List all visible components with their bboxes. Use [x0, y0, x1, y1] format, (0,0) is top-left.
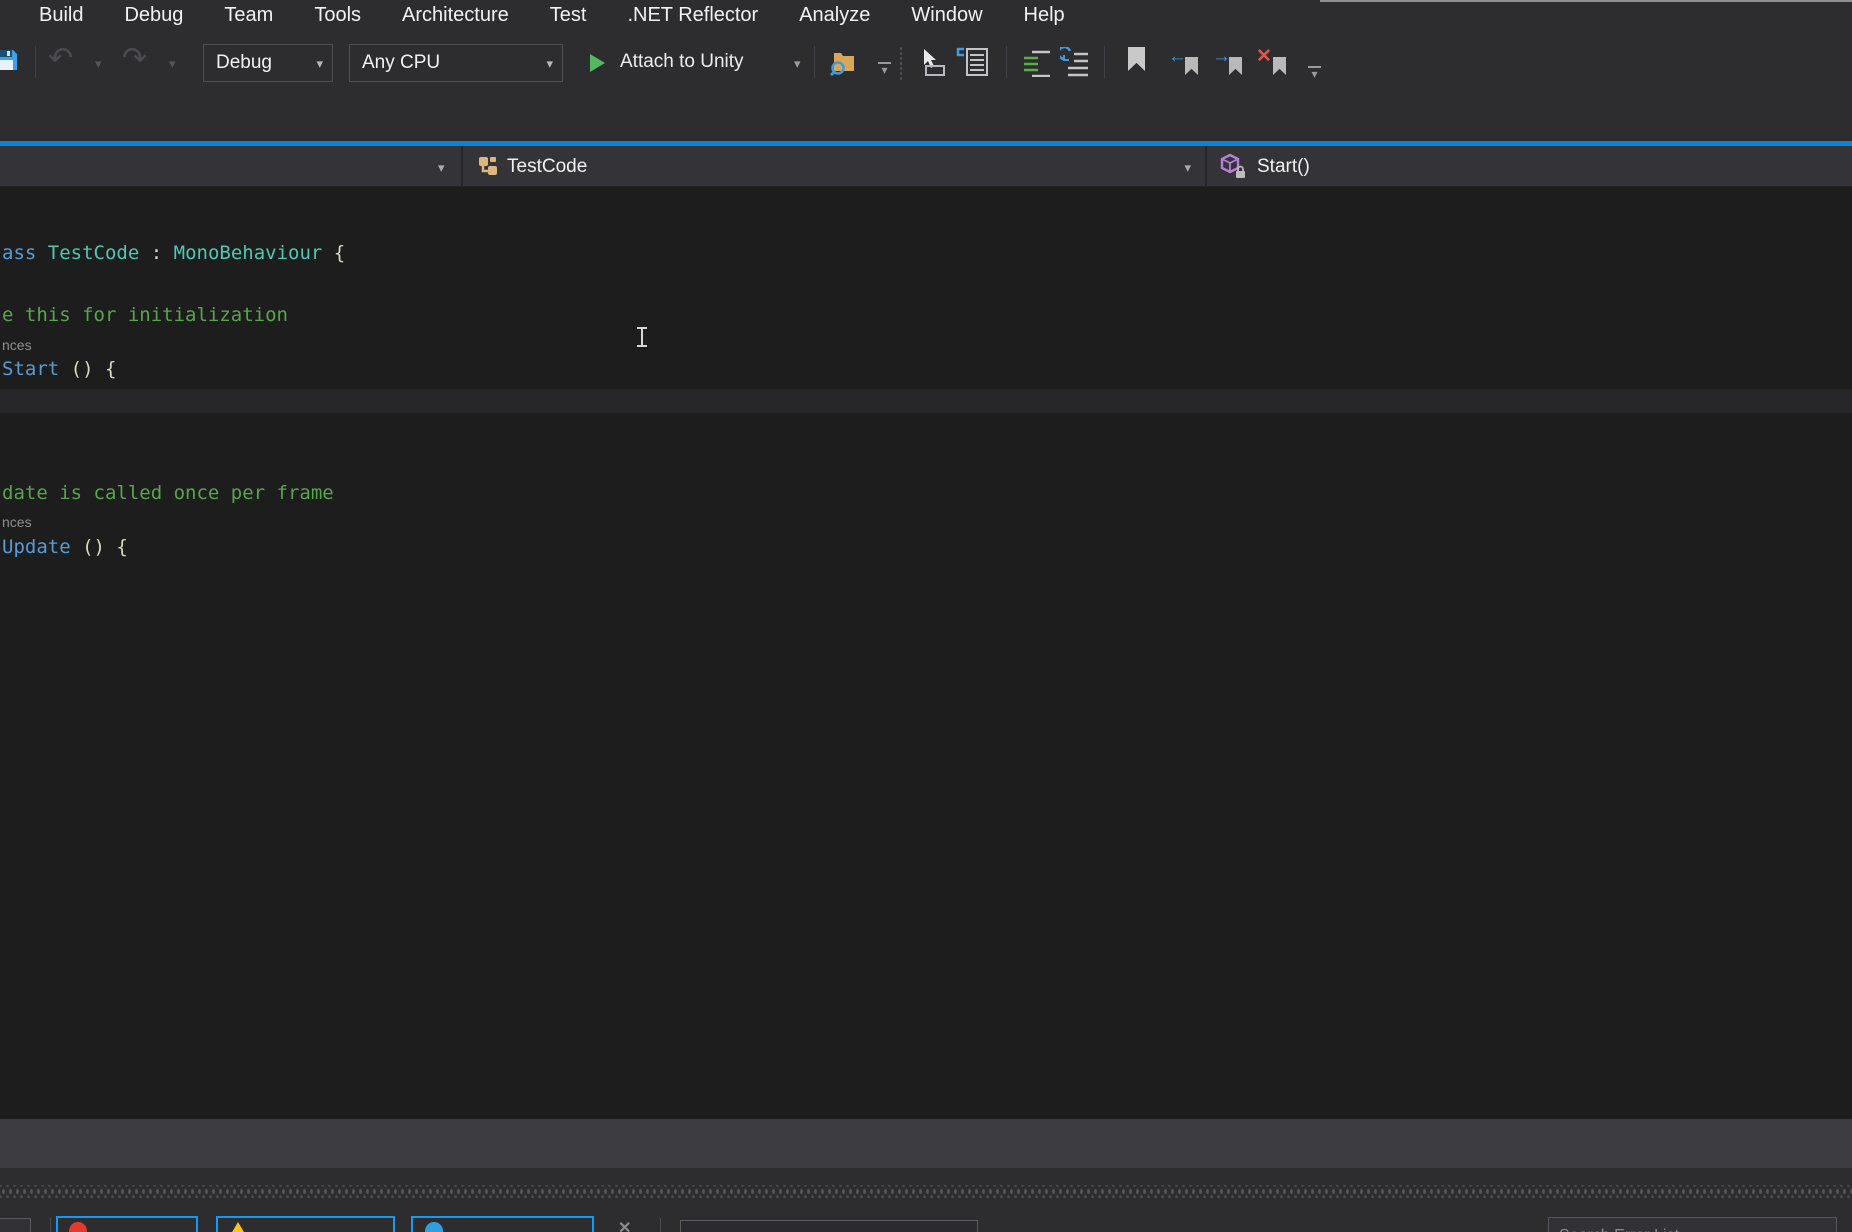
document-outline-icon[interactable]	[956, 47, 990, 77]
code-line: ass TestCode : MonoBehaviour {	[2, 241, 345, 266]
scope-dropdown-partial[interactable]	[0, 1218, 31, 1232]
errorlist-separator	[50, 1218, 51, 1232]
code-editor[interactable]: ass TestCode : MonoBehaviour { e this for…	[0, 187, 1852, 1119]
comment-lines-icon[interactable]	[1022, 47, 1052, 77]
menu-item-test[interactable]: Test	[550, 4, 587, 27]
text-ibeam-cursor	[636, 327, 648, 347]
toolbar-separator	[35, 46, 36, 78]
warning-icon	[228, 1222, 248, 1232]
code-token: ass	[2, 242, 36, 264]
codelens-references[interactable]: nces	[2, 513, 32, 531]
code-token: TestCode	[48, 242, 140, 264]
member-name: Start()	[1257, 156, 1310, 178]
codelens-references[interactable]: nces	[2, 336, 32, 354]
code-token: () {	[71, 536, 128, 558]
menu-item-window[interactable]: Window	[911, 4, 982, 27]
toolbar-separator	[1104, 46, 1105, 78]
previous-bookmark-icon[interactable]: ←	[1168, 47, 1198, 77]
error-list-search-box[interactable]	[1548, 1217, 1837, 1232]
code-token: Update	[2, 536, 71, 558]
menu-item-debug[interactable]: Debug	[124, 4, 183, 27]
menu-item-architecture[interactable]: Architecture	[402, 4, 509, 27]
toolbar-overflow-icon[interactable]: ▾	[878, 62, 891, 74]
redo-icon[interactable]: ↷	[122, 44, 147, 74]
error-list-search-input[interactable]	[1549, 1218, 1836, 1232]
code-token	[36, 242, 47, 264]
code-token: {	[322, 242, 345, 264]
toggle-bookmark-icon[interactable]	[1128, 47, 1158, 77]
menu-item-analyze[interactable]: Analyze	[799, 4, 870, 27]
toolbar-separator	[1006, 46, 1007, 78]
platform-value: Any CPU	[362, 52, 440, 74]
warnings-filter-button[interactable]	[216, 1216, 395, 1232]
toolbar-separator	[814, 46, 815, 78]
code-line: Start () {	[2, 357, 116, 382]
messages-filter-button[interactable]	[411, 1216, 594, 1232]
chevron-down-icon: ▾	[1184, 160, 1191, 176]
menu-item-tools[interactable]: Tools	[314, 4, 361, 27]
window-edge-line	[1320, 0, 1852, 2]
type-name: TestCode	[507, 156, 587, 178]
code-line: date is called once per frame	[2, 481, 334, 506]
info-icon	[425, 1222, 443, 1232]
project-dropdown[interactable]: ▾	[0, 146, 461, 187]
save-icon[interactable]	[0, 46, 19, 72]
menu-item-help[interactable]: Help	[1024, 4, 1065, 27]
menu-item-build[interactable]: Build	[39, 4, 83, 27]
code-line: Update () {	[2, 535, 128, 560]
code-token: MonoBehaviour	[174, 242, 323, 264]
undo-dropdown-icon[interactable]: ▾	[95, 56, 102, 72]
private-method-icon	[1219, 153, 1249, 181]
uncomment-lines-icon[interactable]	[1060, 47, 1090, 77]
type-dropdown[interactable]: TestCode ▾	[463, 146, 1205, 187]
undo-icon[interactable]: ↶	[48, 44, 73, 74]
chevron-down-icon: ▾	[438, 160, 445, 176]
attach-target-dropdown-icon[interactable]: ▾	[794, 56, 801, 72]
top-bar: Build Debug Team Tools Architecture Test .NET …	[0, 0, 1852, 141]
class-icon	[476, 155, 500, 179]
menu-item-team[interactable]: Team	[224, 4, 273, 27]
menu-item-net-reflector[interactable]: .NET Reflector	[627, 4, 758, 27]
toolbar-overflow-icon[interactable]: ▾	[1308, 66, 1321, 78]
platform-dropdown[interactable]: Any CPU ▾	[349, 44, 563, 82]
errors-filter-button[interactable]	[56, 1216, 198, 1232]
redo-dropdown-icon[interactable]: ▾	[169, 56, 176, 72]
next-bookmark-icon[interactable]: →	[1212, 47, 1242, 77]
start-debug-play-icon[interactable]	[590, 54, 605, 72]
configuration-value: Debug	[216, 52, 272, 74]
member-dropdown[interactable]: Start()	[1207, 146, 1852, 187]
errorlist-filter-dropdown[interactable]	[680, 1220, 978, 1232]
pointer-box-icon[interactable]	[916, 47, 948, 77]
toolbar-grip[interactable]	[899, 46, 903, 80]
chevron-down-icon: ▾	[316, 56, 323, 72]
menu-bar: Build Debug Team Tools Architecture Test .NET …	[0, 0, 1852, 30]
configuration-dropdown[interactable]: Debug ▾	[203, 44, 333, 82]
panel-grip-dots[interactable]	[0, 1185, 1852, 1198]
attach-to-unity-button[interactable]: Attach to Unity	[620, 51, 744, 73]
code-token: () {	[59, 358, 116, 380]
clear-bookmarks-icon[interactable]: ✕	[1256, 47, 1286, 77]
chevron-down-icon: ▾	[546, 56, 553, 72]
code-line: e this for initialization	[2, 303, 288, 328]
find-in-files-icon[interactable]	[828, 47, 858, 77]
visual-studio-window: Build Debug Team Tools Architecture Test .NET …	[0, 0, 1852, 1232]
horizontal-scrollbar[interactable]	[0, 1119, 1852, 1168]
standard-toolbar: ↶ ▾ ↷ ▾ Debug ▾ Any CPU ▾ Attach to Unit…	[0, 38, 1852, 90]
code-token: :	[139, 242, 173, 264]
navigation-bar: ▾ TestCode ▾	[0, 146, 1852, 187]
error-icon	[69, 1222, 87, 1232]
code-token: Start	[2, 358, 59, 380]
error-list-panel: ✕	[0, 1168, 1852, 1232]
errorlist-separator	[660, 1218, 661, 1232]
current-line-highlight	[0, 389, 1852, 413]
clear-filter-icon[interactable]: ✕	[618, 1218, 631, 1232]
